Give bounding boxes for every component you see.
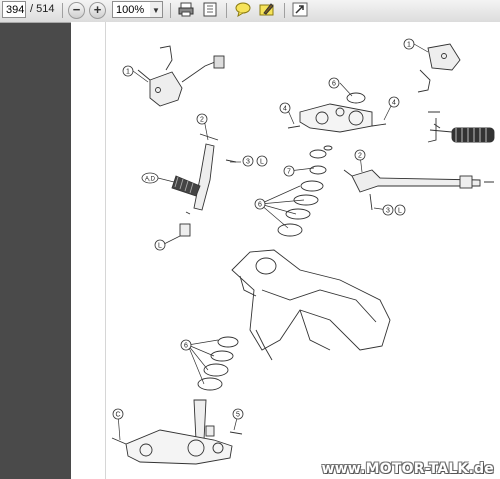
callout-L-left: L [260, 159, 264, 166]
callout-6-bearing: 6 [258, 202, 262, 209]
callout-AD: A,D [145, 177, 156, 183]
callout-2-left: 2 [200, 117, 204, 124]
callout-2-right: 2 [358, 153, 362, 160]
callout-7: 7 [287, 169, 291, 176]
callout-4-right: 4 [392, 100, 396, 107]
callout-L-lock: L [158, 243, 162, 250]
callout-1-right: 1 [407, 42, 411, 49]
exploded-parts-diagram: 1 1 6 4 4 2 2 3 L 3 L 7 6 A,D L 6 C 5 [111, 38, 495, 465]
watermark-logo: www.MOTOR-TALK.de [321, 461, 494, 477]
callout-6-clamp: 6 [332, 81, 336, 88]
callout-1-left: 1 [126, 69, 130, 76]
callout-4-left: 4 [283, 106, 287, 113]
callout-3-left: 3 [246, 159, 250, 166]
callout-L-right: L [398, 208, 402, 215]
callout-3-right: 3 [386, 208, 390, 215]
callout-5: 5 [236, 412, 240, 419]
callout-C-stem: C [115, 412, 120, 419]
callout-6-lower: 6 [184, 343, 188, 350]
